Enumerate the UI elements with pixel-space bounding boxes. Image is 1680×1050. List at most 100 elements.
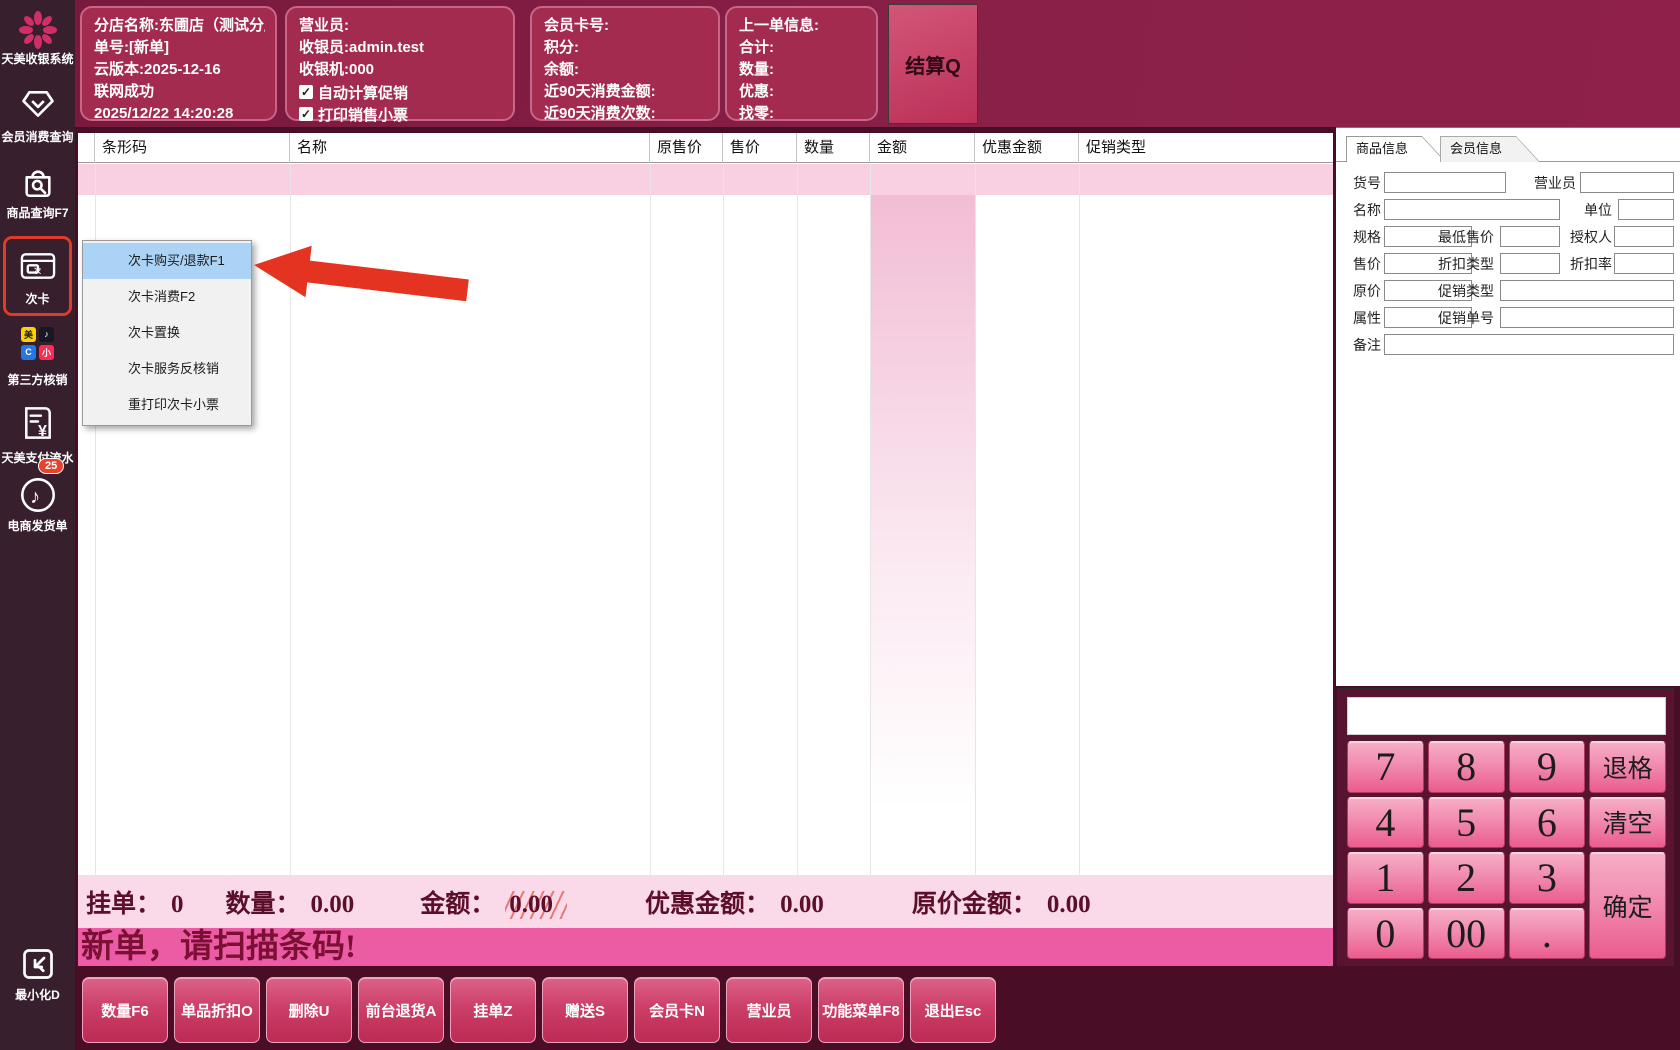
key-0[interactable]: 0 [1347,908,1424,960]
ctrip-icon: C [21,345,36,360]
item-no-input[interactable] [1384,172,1506,193]
promo-type-input[interactable] [1500,280,1674,301]
sidebar-item-member-query[interactable]: 会员消费查询 [0,128,75,145]
promo-no-input[interactable] [1500,307,1674,328]
last-order-change: 找零: [739,103,866,125]
table-row[interactable] [78,164,1333,195]
menu-item-cika-swap[interactable]: 次卡置换 [83,315,251,351]
menu-item-cika-reprint[interactable]: 重打印次卡小票 [83,387,251,423]
label-discount-type: 折扣类型 [1434,253,1494,275]
douyin-icon: ♪ [39,327,54,342]
key-1[interactable]: 1 [1347,852,1424,904]
third-party-apps-icon: 美 ♪ C 小 [0,326,75,360]
key-clear[interactable]: 清空 [1589,797,1666,849]
member-card-button[interactable]: 会员卡N [634,977,720,1043]
label-promo-type: 促销类型 [1434,280,1494,302]
bottom-toolbar: 数量F6 单品折扣O 删除U 前台退货A 挂单Z 赠送S 会员卡N 营业员 功能… [75,966,1680,1050]
label-remark: 备注 [1338,334,1381,356]
key-00[interactable]: 00 [1428,908,1505,960]
discount-label: 优惠金额： [645,884,770,920]
key-7[interactable]: 7 [1347,741,1424,793]
min-price-input[interactable] [1500,226,1560,247]
menu-item-cika-buy-refund[interactable]: 次卡购买/退款F1 [83,243,251,279]
print-receipt-checkbox-label[interactable]: 打印销售小票 [318,104,408,125]
gift-button[interactable]: 赠送S [542,977,628,1043]
label-name: 名称 [1338,199,1381,221]
key-4[interactable]: 4 [1347,797,1424,849]
sidebar-item-cika[interactable]: 次卡 [0,290,75,307]
receipt-yuan-icon: ¥ [0,402,75,444]
item-discount-button[interactable]: 单品折扣O [174,977,260,1043]
qty-button[interactable]: 数量F6 [82,977,168,1043]
unit-input[interactable] [1618,199,1674,220]
svg-text:¥: ¥ [38,422,47,440]
cashier-info-box: 营业员: 收银员:admin.test 收银机:000 ✓ 自动计算促销 ✓ 打… [285,6,515,121]
key-confirm[interactable]: 确定 [1589,852,1666,959]
label-spec: 规格 [1338,226,1381,248]
app-title: 天美收银系统 [0,50,75,67]
amount-column-highlight [870,195,975,875]
status-bar: 挂单： 0 数量： 0.00 金额： 0.00 优惠金额： 0.00 原价金额：… [78,875,1333,928]
label-orig-price: 原价 [1338,280,1381,302]
notification-badge: 25 [38,458,64,474]
discount-rate-input[interactable] [1614,253,1674,274]
column-divider [1079,164,1080,875]
key-3[interactable]: 3 [1509,852,1586,904]
last-order-box: 上一单信息: 合计: 数量: 优惠: 找零: [725,6,878,121]
qty-value: 0.00 [311,891,355,919]
tab-member-info[interactable]: 会员信息 [1440,136,1540,162]
delete-button[interactable]: 删除U [266,977,352,1043]
cika-context-menu: 次卡购买/退款F1 次卡消费F2 次卡置换 次卡服务反核销 重打印次卡小票 [82,240,252,426]
minimize-icon [0,944,75,984]
hold-order-button[interactable]: 挂单Z [450,977,536,1043]
member-90d-count: 近90天消费次数: [544,103,708,125]
col-header-discount: 优惠金额 [975,133,1079,163]
menu-item-cika-consume[interactable]: 次卡消费F2 [83,279,251,315]
column-divider [797,164,798,875]
settle-button[interactable]: 结算Q [888,4,978,124]
label-promo-no: 促销单号 [1434,307,1494,329]
sidebar-item-ecommerce[interactable]: 电商发货单 [0,517,75,534]
sidebar-item-minimize[interactable]: 最小化D [0,986,75,1003]
salesperson-input[interactable] [1580,172,1674,193]
sidebar: 天美收银系统 会员消费查询 商品查询F7 次 次卡 美 ♪ C 小 第三方核销 [0,0,75,1050]
sidebar-item-third-party[interactable]: 第三方核销 [0,371,75,388]
orig-amount-label: 原价金额： [912,884,1037,920]
name-input[interactable] [1384,199,1560,220]
cashier-name: 收银员:admin.test [299,37,503,59]
salesperson-button[interactable]: 营业员 [726,977,812,1043]
key-9[interactable]: 9 [1509,741,1586,793]
tab-product-info[interactable]: 商品信息 [1346,136,1446,162]
product-info-panel: 商品信息 会员信息 货号 营业员 名称 单位 规格 最低售价 授权人 售价 折扣… [1336,127,1680,686]
return-button[interactable]: 前台退货A [358,977,444,1043]
label-authorizer: 授权人 [1564,226,1612,248]
key-8[interactable]: 8 [1428,741,1505,793]
message-bar: 新单，请扫描条码! [78,928,1333,966]
key-6[interactable]: 6 [1509,797,1586,849]
menu-item-cika-reverse[interactable]: 次卡服务反核销 [83,351,251,387]
remark-input[interactable] [1384,334,1674,355]
key-5[interactable]: 5 [1428,797,1505,849]
checkbox-checked-icon[interactable]: ✓ [299,85,313,99]
auto-promo-checkbox-label[interactable]: 自动计算促销 [318,82,408,103]
label-salesperson: 营业员 [1526,172,1576,194]
column-divider [723,164,724,875]
key-2[interactable]: 2 [1428,852,1505,904]
member-balance: 余额: [544,59,708,81]
column-divider [870,164,871,875]
sidebar-item-product-query[interactable]: 商品查询F7 [0,204,75,221]
key-dot[interactable]: . [1509,908,1586,960]
checkbox-checked-icon[interactable]: ✓ [299,107,313,121]
exit-button[interactable]: 退出Esc [910,977,996,1043]
store-name: 分店名称:东圃店（测试分店... [94,15,265,37]
key-backspace[interactable]: 退格 [1589,741,1666,793]
held-orders-label: 挂单： [86,884,161,920]
column-divider [975,164,976,875]
discount-type-input[interactable] [1500,253,1560,274]
numpad-input[interactable] [1347,697,1666,735]
authorizer-input[interactable] [1614,226,1674,247]
function-menu-button[interactable]: 功能菜单F8 [818,977,904,1043]
label-price: 售价 [1338,253,1381,275]
register-id: 收银机:000 [299,59,503,81]
meituan-icon: 美 [21,327,36,342]
